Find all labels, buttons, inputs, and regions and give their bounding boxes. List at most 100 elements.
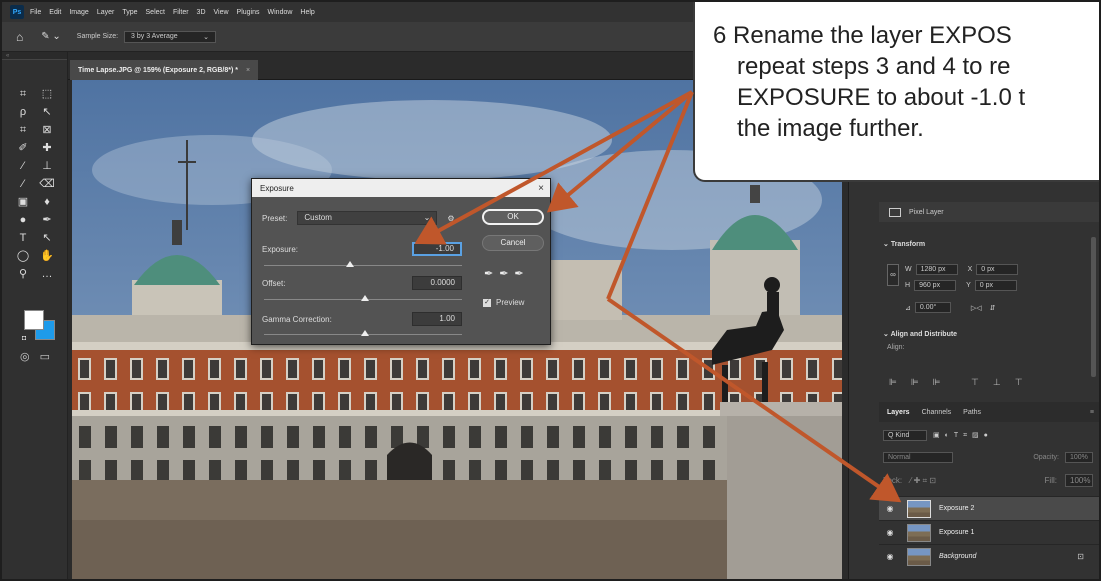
- x-field[interactable]: 0 px: [976, 264, 1019, 275]
- default-colors-icon[interactable]: ◘: [22, 335, 26, 342]
- menu-plugins[interactable]: Plugins: [237, 9, 260, 16]
- height-field[interactable]: 960 px: [914, 280, 957, 291]
- stamp-tool-icon[interactable]: ⊥: [38, 158, 56, 174]
- sample-size-select[interactable]: 3 by 3 Average ⌄: [124, 30, 217, 43]
- height-y-row: H 960 px Y 0 px: [905, 280, 1017, 291]
- panel-menu-icon[interactable]: ≡: [1090, 409, 1094, 416]
- eyedropper-tool-icon[interactable]: ✐: [14, 140, 32, 156]
- menu-filter[interactable]: Filter: [173, 9, 189, 16]
- close-tab-icon[interactable]: ×: [246, 67, 250, 74]
- gamma-label: Gamma Correction:: [262, 315, 332, 324]
- width-field[interactable]: 1280 px: [915, 264, 958, 275]
- lock-icon: ⊡: [1077, 552, 1084, 561]
- flip-horizontal-icon[interactable]: ▷◁: [971, 304, 982, 312]
- eye-icon[interactable]: ◉: [879, 528, 901, 537]
- chevron-down-icon: ⌄: [203, 33, 210, 41]
- filter-icons[interactable]: ▣◐T⌗▨●: [933, 431, 993, 440]
- fill-label: Fill:: [1044, 476, 1057, 485]
- shape-tool-icon[interactable]: ◯: [14, 248, 32, 264]
- menu-3d[interactable]: 3D: [197, 9, 206, 16]
- exposure-field[interactable]: -1.00: [412, 242, 462, 256]
- gradient-tool-icon[interactable]: ▣: [14, 194, 32, 210]
- chevron-down-icon: ⌄: [423, 213, 431, 222]
- menu-layer[interactable]: Layer: [97, 9, 115, 16]
- lasso-tool-icon[interactable]: ρ: [14, 104, 32, 120]
- crop-tool-icon[interactable]: ⌗: [14, 86, 32, 102]
- eraser-tool-icon[interactable]: ⌫: [38, 176, 56, 192]
- tab-channels[interactable]: Channels: [922, 409, 952, 416]
- menu-view[interactable]: View: [214, 9, 229, 16]
- foreground-color-swatch[interactable]: [24, 310, 44, 330]
- close-icon[interactable]: ×: [538, 183, 544, 194]
- menu-type[interactable]: Type: [122, 9, 137, 16]
- blend-mode-select[interactable]: Normal: [883, 452, 953, 463]
- preset-label: Preset:: [262, 213, 288, 223]
- document-tab-title: Time Lapse.JPG @ 159% (Exposure 2, RGB/8…: [78, 66, 238, 74]
- opacity-field[interactable]: 100%: [1065, 452, 1093, 463]
- exposure-label: Exposure:: [262, 245, 299, 254]
- ok-button[interactable]: OK: [482, 209, 544, 225]
- menu-select[interactable]: Select: [146, 9, 165, 16]
- tools-panel-handle[interactable]: «: [2, 52, 67, 60]
- pixel-layer-label: Pixel Layer: [909, 208, 944, 216]
- quick-mask-screen-mode-icons[interactable]: ◎▭: [20, 350, 60, 363]
- layer-row-background[interactable]: ◉ Background ⊡: [879, 544, 1099, 568]
- eyedropper-buttons[interactable]: ✒✒✒: [484, 267, 530, 280]
- tab-layers[interactable]: Layers: [887, 409, 910, 416]
- callout-line-1: 6 Rename the layer EXPOS: [713, 22, 1012, 49]
- layer-row-exposure-2[interactable]: ◉ Exposure 2: [879, 496, 1099, 520]
- preset-select[interactable]: Custom ⌄: [297, 211, 438, 225]
- dialog-title-bar[interactable]: Exposure ×: [252, 179, 550, 197]
- healing-tool-icon[interactable]: ✚: [38, 140, 56, 156]
- path-select-tool-icon[interactable]: ↖: [38, 230, 56, 246]
- marquee-tool-icon[interactable]: ⬚: [38, 86, 56, 102]
- transform-section-header[interactable]: ⌄ Transform: [883, 240, 925, 248]
- properties-scrollbar[interactable]: [1091, 237, 1096, 377]
- frame-tool-icon[interactable]: ⊠: [38, 122, 56, 138]
- preset-options-icon[interactable]: ⚙: [447, 214, 454, 223]
- exposure-slider[interactable]: [264, 265, 462, 266]
- blur-tool-icon[interactable]: ♦: [38, 194, 56, 210]
- gamma-slider-thumb[interactable]: [361, 330, 369, 336]
- preview-checkbox[interactable]: ✓: [483, 298, 491, 307]
- document-tab[interactable]: Time Lapse.JPG @ 159% (Exposure 2, RGB/8…: [70, 60, 259, 80]
- y-field[interactable]: 0 px: [974, 280, 1017, 291]
- layer-row-exposure-1[interactable]: ◉ Exposure 1: [879, 520, 1099, 544]
- exposure-slider-thumb[interactable]: [346, 261, 354, 267]
- type-tool-icon[interactable]: T: [14, 230, 32, 246]
- tab-paths[interactable]: Paths: [963, 409, 981, 416]
- fill-field[interactable]: 100%: [1065, 474, 1093, 487]
- dodge-tool-icon[interactable]: ●: [14, 212, 32, 228]
- brush-tool-icon[interactable]: ⁄: [14, 158, 32, 174]
- menu-window[interactable]: Window: [268, 9, 293, 16]
- flip-vertical-icon[interactable]: ⇵: [990, 304, 996, 312]
- offset-slider-thumb[interactable]: [361, 295, 369, 301]
- gamma-field[interactable]: 1.00: [412, 312, 462, 326]
- preview-option[interactable]: ✓ Preview: [483, 298, 524, 307]
- hand-tool-icon[interactable]: ✋: [38, 248, 56, 264]
- align-section-header[interactable]: ⌄ Align and Distribute: [883, 330, 957, 338]
- menu-image[interactable]: Image: [69, 9, 88, 16]
- align-buttons[interactable]: ⊫⊫⊫ ⊤⊥⊤: [889, 377, 1037, 388]
- instruction-callout: 6 Rename the layer EXPOS repeat steps 3 …: [693, 2, 1099, 182]
- history-brush-tool-icon[interactable]: ⁄: [14, 176, 32, 192]
- pen-tool-icon[interactable]: ✒: [38, 212, 56, 228]
- menu-help[interactable]: Help: [300, 9, 314, 16]
- zoom-tool-icon[interactable]: ⚲: [14, 266, 32, 282]
- quick-select-tool-icon[interactable]: ↖: [38, 104, 56, 120]
- offset-field[interactable]: 0.0000: [412, 276, 462, 290]
- crop-alt-tool-icon[interactable]: ⌗: [14, 122, 32, 138]
- filter-kind-select[interactable]: Q Kind: [883, 430, 927, 441]
- lock-icons[interactable]: ⁄ ✚ ⌗ ⊡: [910, 476, 936, 486]
- eye-icon[interactable]: ◉: [879, 504, 901, 513]
- link-proportions-icon[interactable]: ∞: [887, 264, 899, 286]
- pixel-layer-row: Pixel Layer: [879, 202, 1099, 222]
- cancel-button[interactable]: Cancel: [482, 235, 544, 251]
- menu-file[interactable]: File: [30, 9, 41, 16]
- angle-field[interactable]: 0.00°: [914, 302, 951, 313]
- more-tools-icon[interactable]: …: [38, 266, 56, 282]
- eyedropper-tool-icon[interactable]: ✎ ⌄: [41, 31, 61, 42]
- home-icon[interactable]: ⌂: [16, 30, 23, 44]
- menu-edit[interactable]: Edit: [49, 9, 61, 16]
- eye-icon[interactable]: ◉: [879, 552, 901, 561]
